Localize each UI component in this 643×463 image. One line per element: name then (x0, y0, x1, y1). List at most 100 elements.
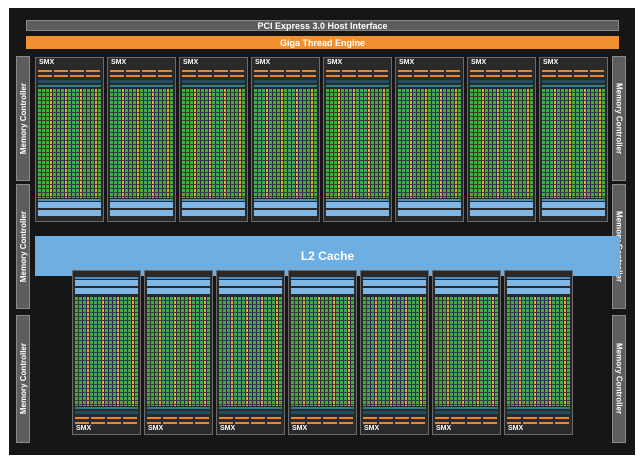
smx-label: SMX (183, 59, 199, 66)
smx-row-dk-band (363, 411, 426, 414)
smx-row-tl-band (507, 407, 570, 409)
smx-row-or-band (291, 422, 354, 424)
smx-cores-band (435, 297, 498, 406)
smx-top-1: SMX (35, 57, 104, 222)
smx-blu2-band (507, 277, 570, 279)
smx-label: SMX (148, 425, 164, 432)
smx-row-or-band (110, 70, 173, 72)
smx-blu2-band (219, 277, 282, 279)
smx-top-7: SMX (467, 57, 536, 222)
smx-top-8: SMX (539, 57, 608, 222)
smx-row-tl-band (147, 407, 210, 409)
smx-row-dk-band (326, 80, 389, 83)
smx-cores-band (75, 297, 138, 406)
smx-blu2-band (326, 199, 389, 201)
smx-row-or-band (291, 417, 354, 419)
smx-blu-band (182, 210, 245, 216)
smx-row-or-band (435, 417, 498, 419)
smx-row-tl-band (542, 85, 605, 87)
smx-row-or-band (147, 422, 210, 424)
smx-cores-band (182, 89, 245, 198)
smx-cores-band (542, 89, 605, 198)
smx-bottom-5: SMX (360, 270, 429, 435)
smx-cores-band (470, 89, 533, 198)
smx-row-tl-band (470, 85, 533, 87)
smx-blu-band (75, 280, 138, 286)
smx-cores-band (398, 89, 461, 198)
smx-row-tl-band (291, 407, 354, 409)
smx-blu-band (542, 202, 605, 208)
smx-blu-band (182, 202, 245, 208)
smx-row-or-band (219, 417, 282, 419)
smx-blu-band (219, 280, 282, 286)
smx-row-dk-band (291, 411, 354, 414)
smx-blu2-band (435, 277, 498, 279)
memory-controller-label: Memory Controller (18, 343, 28, 415)
smx-row-or-band (398, 75, 461, 77)
pcie-host-interface: PCI Express 3.0 Host Interface (26, 20, 619, 31)
smx-row-or-band (398, 70, 461, 72)
smx-blu2-band (542, 199, 605, 201)
smx-row-tl-band (110, 85, 173, 87)
smx-label: SMX (364, 425, 380, 432)
smx-row-tl-band (326, 85, 389, 87)
smx-label: SMX (543, 59, 559, 66)
smx-row-or-band (363, 417, 426, 419)
smx-blu-band (291, 288, 354, 294)
gpu-block-diagram: PCI Express 3.0 Host Interface Giga Thre… (9, 8, 635, 455)
smx-row-or-band (110, 75, 173, 77)
smx-blu-band (507, 288, 570, 294)
smx-blu-band (435, 280, 498, 286)
smx-cores-band (219, 297, 282, 406)
smx-label: SMX (471, 59, 487, 66)
smx-row-dk-band (38, 80, 101, 83)
smx-blu-band (326, 210, 389, 216)
smx-blu-band (398, 210, 461, 216)
smx-label: SMX (436, 425, 452, 432)
smx-blu2-band (398, 199, 461, 201)
smx-top-5: SMX (323, 57, 392, 222)
smx-blu-band (147, 288, 210, 294)
smx-blu2-band (363, 277, 426, 279)
smx-label: SMX (292, 425, 308, 432)
smx-label: SMX (399, 59, 415, 66)
smx-blu-band (75, 288, 138, 294)
smx-row-dk-band (398, 80, 461, 83)
smx-top-4: SMX (251, 57, 320, 222)
smx-label: SMX (220, 425, 236, 432)
memory-controller-label: Memory Controller (614, 82, 624, 155)
smx-row-tl-band (254, 85, 317, 87)
smx-top-6: SMX (395, 57, 464, 222)
smx-row-tl-band (398, 85, 461, 87)
smx-row-dk-band (147, 411, 210, 414)
smx-blu-band (435, 288, 498, 294)
memory-controller-left-3: Memory Controller (16, 315, 30, 443)
smx-row-or-band (363, 422, 426, 424)
smx-blu-band (326, 202, 389, 208)
memory-controller-label: Memory Controller (18, 82, 28, 155)
smx-blu-band (254, 210, 317, 216)
smx-row-or-band (182, 70, 245, 72)
giga-thread-engine: Giga Thread Engine (26, 36, 619, 49)
smx-row-or-band (435, 422, 498, 424)
smx-row-or-band (38, 70, 101, 72)
smx-bottom-4: SMX (288, 270, 357, 435)
smx-label: SMX (111, 59, 127, 66)
smx-row-or-band (75, 417, 138, 419)
smx-blu-band (219, 288, 282, 294)
smx-row-tl-band (435, 407, 498, 409)
memory-controller-label: Memory Controller (18, 210, 28, 283)
smx-bottom-6: SMX (432, 270, 501, 435)
smx-label: SMX (255, 59, 271, 66)
smx-blu2-band (75, 277, 138, 279)
smx-bottom-7: SMX (504, 270, 573, 435)
smx-blu-band (542, 210, 605, 216)
smx-row-or-band (326, 70, 389, 72)
smx-label: SMX (76, 425, 92, 432)
smx-bottom-1: SMX (72, 270, 141, 435)
smx-row-or-band (507, 417, 570, 419)
smx-cores-band (110, 89, 173, 198)
smx-top-3: SMX (179, 57, 248, 222)
smx-row-tl-band (219, 407, 282, 409)
memory-controller-left-2: Memory Controller (16, 184, 30, 309)
